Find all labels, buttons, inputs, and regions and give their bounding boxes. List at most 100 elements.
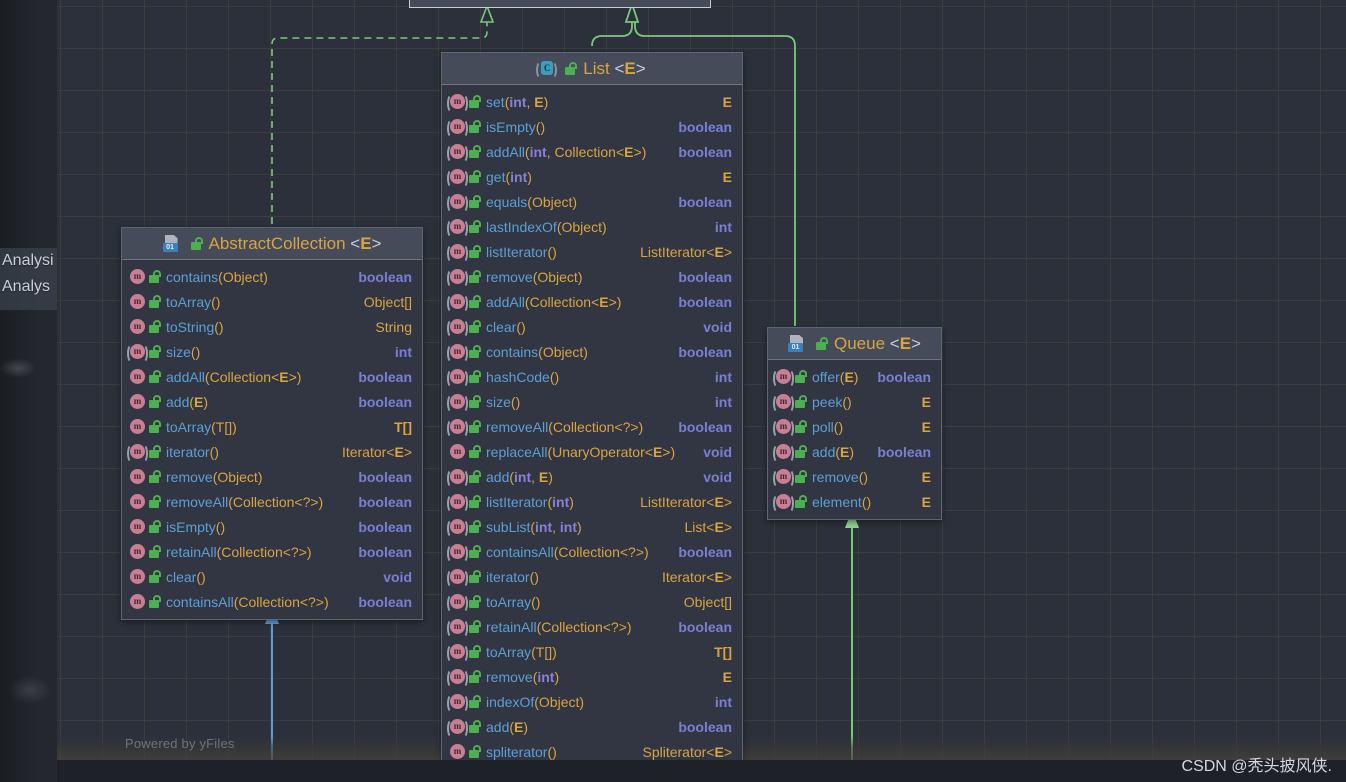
class-icon: 01 xyxy=(162,235,181,252)
member-signature: iterator() xyxy=(486,568,539,585)
node-header-queue[interactable]: 01 Queue <E> xyxy=(768,328,941,360)
member-return-type: Iterator<E> xyxy=(341,443,412,460)
method-icon: m xyxy=(130,519,145,534)
member-row[interactable]: m listIterator() ListIterator<E> xyxy=(442,239,742,264)
public-unlocked-icon xyxy=(469,145,481,158)
member-row[interactable]: m add(E) boolean xyxy=(768,439,941,464)
member-row[interactable]: m addAll(Collection<E>) boolean xyxy=(442,289,742,314)
member-row[interactable]: m toArray(T[]) T[] xyxy=(442,639,742,664)
node-header-list[interactable]: C List <E> xyxy=(442,53,742,85)
member-row[interactable]: m isEmpty() boolean xyxy=(442,114,742,139)
member-row[interactable]: m add(E) boolean xyxy=(442,714,742,739)
member-row[interactable]: m addAll(int, Collection<E>) boolean xyxy=(442,139,742,164)
member-row[interactable]: m iterator() Iterator<E> xyxy=(122,439,422,464)
member-row[interactable]: m retainAll(Collection<?>) boolean xyxy=(122,539,422,564)
member-row[interactable]: m removeAll(Collection<?>) boolean xyxy=(122,489,422,514)
public-unlocked-icon xyxy=(469,370,481,383)
member-row[interactable]: m remove(Object) boolean xyxy=(122,464,422,489)
method-icon: m xyxy=(130,419,145,434)
member-return-type: int xyxy=(714,218,732,235)
member-row[interactable]: m toString() String xyxy=(122,314,422,339)
public-unlocked-icon xyxy=(149,545,161,558)
member-row[interactable]: m equals(Object) boolean xyxy=(442,189,742,214)
abstract-method-icon: m xyxy=(447,244,468,263)
uml-node-abstractcollection[interactable]: 01 AbstractCollection <E> m contains(Object… xyxy=(121,227,423,620)
member-row[interactable]: m element() E xyxy=(768,489,941,514)
member-row[interactable]: m remove(Object) boolean xyxy=(442,264,742,289)
background-tool-panel: Analysi Analys xyxy=(0,248,57,310)
member-row[interactable]: m replaceAll(UnaryOperator<E>) void xyxy=(442,439,742,464)
public-unlocked-icon xyxy=(149,370,161,383)
member-row[interactable]: m add(int, E) void xyxy=(442,464,742,489)
member-row[interactable]: m add(E) boolean xyxy=(122,389,422,414)
member-row[interactable]: m peek() E xyxy=(768,389,941,414)
public-unlocked-icon xyxy=(469,620,481,633)
member-row[interactable]: m addAll(Collection<E>) boolean xyxy=(122,364,422,389)
offscreen-node-stub[interactable] xyxy=(409,0,711,8)
public-unlocked-icon xyxy=(795,420,807,433)
method-icon: m xyxy=(130,269,145,284)
abstract-method-icon: m xyxy=(447,394,468,413)
node-header-abstractcollection[interactable]: 01 AbstractCollection <E> xyxy=(122,228,422,260)
member-row[interactable]: m listIterator(int) ListIterator<E> xyxy=(442,489,742,514)
member-row[interactable]: m clear() void xyxy=(122,564,422,589)
member-row[interactable]: m isEmpty() boolean xyxy=(122,514,422,539)
uml-diagram-screen: Analysi Analys C List <E> m set(int, E) Em is… xyxy=(0,0,1346,782)
member-signature: get(int) xyxy=(486,168,532,185)
member-row[interactable]: m contains(Object) boolean xyxy=(442,339,742,364)
public-unlocked-icon xyxy=(190,237,203,250)
member-row[interactable]: m set(int, E) E xyxy=(442,89,742,114)
member-signature: removeAll(Collection<?>) xyxy=(486,418,644,435)
member-row[interactable]: m subList(int, int) List<E> xyxy=(442,514,742,539)
member-row[interactable]: m spliterator() Spliterator<E> xyxy=(442,739,742,760)
method-icon: m xyxy=(450,744,465,759)
uml-node-queue[interactable]: 01 Queue <E> m offer(E) boolean m peek() Em poll… xyxy=(767,327,942,520)
member-list-abstractcollection: m contains(Object) boolean m toArray() Object… xyxy=(122,260,422,619)
member-return-type: Spliterator<E> xyxy=(642,743,732,760)
member-return-type: boolean xyxy=(678,143,732,160)
public-unlocked-icon xyxy=(149,420,161,433)
member-row[interactable]: m toArray() Object[] xyxy=(122,289,422,314)
member-row[interactable]: m get(int) E xyxy=(442,164,742,189)
member-signature: toArray(T[]) xyxy=(166,418,237,435)
member-return-type: void xyxy=(703,468,732,485)
member-row[interactable]: m containsAll(Collection<?>) boolean xyxy=(122,589,422,614)
uml-node-list[interactable]: C List <E> m set(int, E) Em isEmpty() boolean m… xyxy=(441,52,743,760)
member-row[interactable]: m containsAll(Collection<?>) boolean xyxy=(442,539,742,564)
public-unlocked-icon xyxy=(469,470,481,483)
member-row[interactable]: m lastIndexOf(Object) int xyxy=(442,214,742,239)
member-row[interactable]: m toArray(T[]) T[] xyxy=(122,414,422,439)
abstract-method-icon: m xyxy=(447,719,468,738)
abstract-method-icon: m xyxy=(447,294,468,313)
member-row[interactable]: m removeAll(Collection<?>) boolean xyxy=(442,414,742,439)
member-signature: addAll(Collection<E>) xyxy=(166,368,302,385)
member-return-type: boolean xyxy=(358,518,412,535)
member-return-type: boolean xyxy=(358,268,412,285)
member-row[interactable]: m remove(int) E xyxy=(442,664,742,689)
member-signature: add(E) xyxy=(486,718,529,735)
member-signature: set(int, E) xyxy=(486,93,549,110)
member-signature: remove() xyxy=(812,468,869,485)
public-unlocked-icon xyxy=(149,345,161,358)
public-unlocked-icon xyxy=(469,95,481,108)
member-row[interactable]: m poll() E xyxy=(768,414,941,439)
diagram-canvas[interactable]: C List <E> m set(int, E) Em isEmpty() boolean m… xyxy=(57,0,1346,760)
member-signature: iterator() xyxy=(166,443,219,460)
member-row[interactable]: m clear() void xyxy=(442,314,742,339)
member-row[interactable]: m size() int xyxy=(122,339,422,364)
member-return-type: boolean xyxy=(678,293,732,310)
member-row[interactable]: m size() int xyxy=(442,389,742,414)
member-row[interactable]: m iterator() Iterator<E> xyxy=(442,564,742,589)
member-return-type: boolean xyxy=(358,368,412,385)
member-row[interactable]: m offer(E) boolean xyxy=(768,364,941,389)
member-row[interactable]: m indexOf(Object) int xyxy=(442,689,742,714)
member-row[interactable]: m retainAll(Collection<?>) boolean xyxy=(442,614,742,639)
public-unlocked-icon xyxy=(469,170,481,183)
member-row[interactable]: m contains(Object) boolean xyxy=(122,264,422,289)
member-row[interactable]: m toArray() Object[] xyxy=(442,589,742,614)
member-row[interactable]: m remove() E xyxy=(768,464,941,489)
public-unlocked-icon xyxy=(149,595,161,608)
member-signature: remove(Object) xyxy=(486,268,583,285)
member-row[interactable]: m hashCode() int xyxy=(442,364,742,389)
member-signature: contains(Object) xyxy=(486,343,588,360)
